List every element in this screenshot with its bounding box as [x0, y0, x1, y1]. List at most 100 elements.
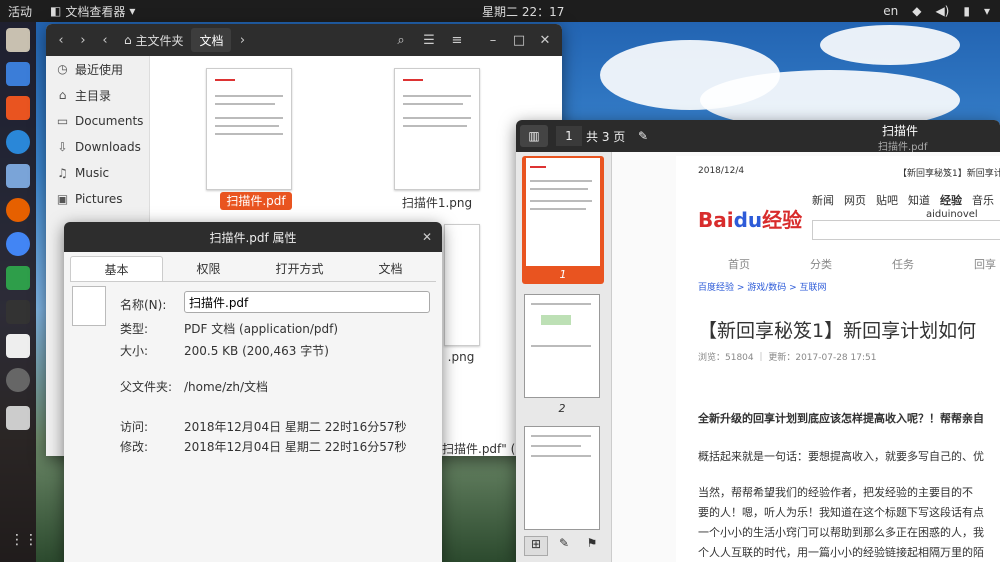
viewer-headerbar: ▥ 共 3 页 ✎ 扫描件 扫描件.pdf	[516, 120, 1000, 153]
sidebar-item-documents[interactable]: ▭ Documents	[46, 108, 149, 134]
show-apps-icon[interactable]: ⋮⋮	[10, 532, 38, 548]
doc-heading: 【新回享秘笈1】新回享计划如何	[698, 320, 977, 342]
viewer-title: 扫描件	[882, 124, 919, 138]
tab-open-with[interactable]: 打开方式	[254, 256, 345, 281]
sidebar-item-home[interactable]: ⌂ 主目录	[46, 82, 149, 108]
language-indicator[interactable]: en	[883, 4, 898, 18]
tab-basic[interactable]: 基本	[70, 256, 163, 281]
network-icon[interactable]: ◆	[912, 4, 921, 18]
bookmarks-icon[interactable]: ⚑	[580, 536, 604, 556]
sidebar-item-label: 主目录	[75, 88, 112, 103]
app-menu[interactable]: ◧ 文档查看器 ▾	[50, 3, 135, 20]
tab-bar: 基本 权限 打开方式 文档	[70, 256, 436, 282]
sidebar-toggle-icon[interactable]: ▥	[520, 125, 548, 147]
close-icon[interactable]: ✕	[422, 230, 432, 244]
doc-meta: 浏览：51804 ｜ 更新：2017-07-28 17:51	[698, 353, 877, 363]
file-thumbnail-png[interactable]	[444, 224, 480, 346]
doc-search-box	[812, 220, 1000, 240]
sidebar-toolbar: ⊞ ✎ ⚑	[520, 536, 608, 560]
menu-link[interactable]: 分类	[810, 256, 832, 272]
nav-link[interactable]: 网页	[844, 192, 866, 208]
thumbnail-selected[interactable]: 1	[522, 156, 604, 284]
breadcrumb-home[interactable]: ⌂ 主文件夹	[116, 28, 191, 52]
size-label: 大小:	[120, 344, 149, 358]
page-number-input[interactable]	[556, 126, 582, 146]
annotations-icon[interactable]: ✎	[552, 536, 576, 556]
file-thumbnail-png[interactable]	[394, 68, 480, 190]
terminal-icon[interactable]	[6, 300, 30, 324]
home-icon: ⌂	[58, 87, 67, 102]
nav-link[interactable]: 贴吧	[876, 192, 898, 208]
nav-link[interactable]: 音乐	[972, 192, 994, 208]
calc-icon[interactable]	[6, 266, 30, 290]
pictures-icon: ▣	[56, 191, 69, 206]
thumbnails-icon[interactable]: ⊞	[524, 536, 548, 556]
modified-label: 修改:	[120, 440, 149, 454]
search-icon[interactable]	[6, 406, 30, 430]
file-label[interactable]: .png	[446, 350, 476, 364]
clock[interactable]: 星期二 22：17	[482, 3, 564, 20]
app-icon: ◧	[50, 4, 62, 18]
tab-permissions[interactable]: 权限	[163, 256, 254, 281]
close-icon[interactable]: ✕	[534, 29, 556, 51]
maximize-icon[interactable]: □	[508, 29, 530, 51]
thumbnail-page[interactable]	[524, 294, 600, 398]
type-value: PDF 文档 (application/pdf)	[184, 322, 339, 336]
doc-bold-line: 全新升级的回享计划到底应该怎样提高收入呢？！帮帮亲自	[698, 412, 984, 425]
menu-link[interactable]: 回享	[974, 256, 996, 272]
nav-link[interactable]: 经验	[940, 192, 962, 208]
size-value: 200.5 KB (200,463 字节)	[184, 344, 329, 358]
annotate-icon[interactable]: ✎	[638, 129, 648, 143]
document-icon[interactable]	[6, 334, 30, 358]
mail-icon[interactable]	[6, 164, 30, 188]
battery-icon[interactable]: ▮	[963, 4, 970, 18]
sidebar-item-label: 最近使用	[75, 62, 124, 77]
sidebar-item-music[interactable]: ♫ Music	[46, 160, 149, 186]
doc-menu: 首页 分类 任务 回享	[728, 256, 996, 272]
dialog-title: 扫描件.pdf 属性	[209, 230, 297, 245]
chrome-icon[interactable]	[6, 232, 30, 256]
thumbnail-page[interactable]	[524, 426, 600, 530]
home-icon: ⌂	[124, 33, 136, 47]
folder-icon: ▭	[56, 113, 69, 128]
sidebar-item-pictures[interactable]: ▣ Pictures	[46, 186, 149, 212]
chevron-down-icon[interactable]: ▾	[984, 4, 990, 18]
doc-date: 2018/12/4	[698, 166, 745, 176]
chevron-left-icon[interactable]: ‹	[94, 29, 116, 51]
list-view-icon[interactable]: ☰	[418, 29, 440, 51]
modified-value: 2018年12月04日 星期二 22时16分57秒	[184, 440, 407, 454]
file-thumbnail-pdf[interactable]	[206, 68, 292, 190]
chevron-down-icon: ▾	[129, 4, 136, 18]
nav-link[interactable]: 新闻	[812, 192, 834, 208]
properties-dialog: 扫描件.pdf 属性 ✕ 基本 权限 打开方式 文档 名称(N): 类型: PD…	[64, 222, 442, 562]
menu-link[interactable]: 首页	[728, 256, 750, 272]
minimize-icon[interactable]: –	[482, 29, 504, 51]
file-label-selected[interactable]: 扫描件.pdf	[220, 192, 292, 210]
file-icon	[72, 286, 106, 326]
volume-icon[interactable]: ◀)	[935, 4, 949, 18]
sidebar-item-recent[interactable]: ◷ 最近使用	[46, 56, 149, 82]
music-icon: ♫	[57, 165, 68, 180]
menu-link[interactable]: 任务	[892, 256, 914, 272]
chevron-right-icon[interactable]: ›	[231, 29, 253, 51]
writer-icon[interactable]	[6, 62, 30, 86]
settings-icon[interactable]	[6, 368, 30, 392]
name-field[interactable]	[184, 291, 430, 313]
activities-button[interactable]: 活动	[8, 3, 32, 20]
sidebar-item-downloads[interactable]: ⇩ Downloads	[46, 134, 149, 160]
forward-icon[interactable]: ›	[72, 29, 94, 51]
clock-icon: ◷	[57, 61, 68, 76]
back-icon[interactable]: ‹	[50, 29, 72, 51]
help-icon[interactable]	[6, 130, 30, 154]
breadcrumb-current[interactable]: 文档	[191, 28, 232, 52]
files-icon[interactable]	[6, 28, 30, 52]
file-label[interactable]: 扫描件1.png	[392, 194, 482, 211]
search-icon[interactable]: ⌕	[390, 29, 412, 51]
software-center-icon[interactable]	[6, 96, 30, 120]
firefox-icon[interactable]	[6, 198, 30, 222]
doc-paragraph: 要的人！嗯，听人为乐！我知道在这个标题下写这段话有点	[698, 506, 984, 519]
nav-link[interactable]: 知道	[908, 192, 930, 208]
accessed-label: 访问:	[120, 420, 149, 434]
tab-document[interactable]: 文档	[345, 256, 436, 281]
menu-icon[interactable]: ≡	[446, 29, 468, 51]
